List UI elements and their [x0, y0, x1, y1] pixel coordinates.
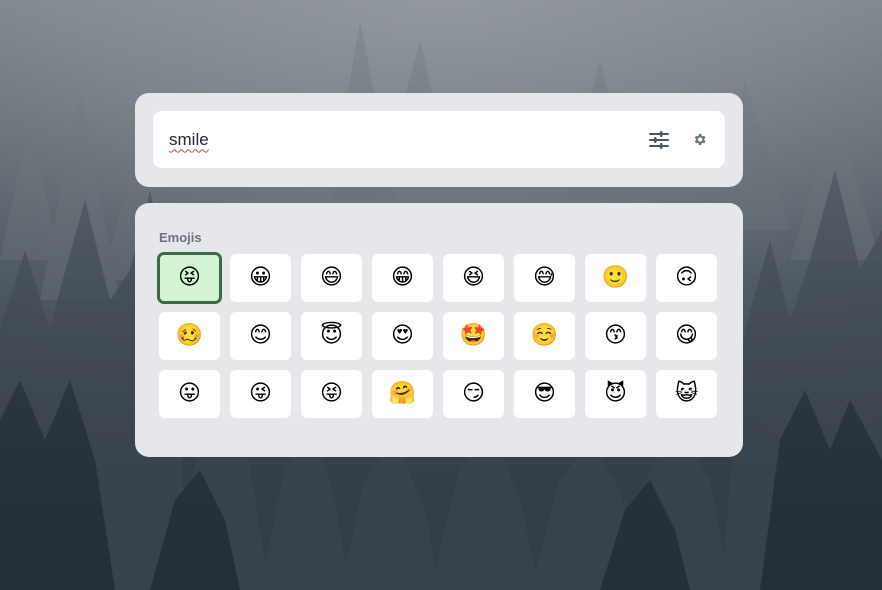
emoji-glyph: 🤩	[459, 323, 488, 348]
emoji-glyph: ☺️	[530, 323, 559, 348]
emoji-cell[interactable]: 😜	[230, 370, 291, 418]
sliders-icon[interactable]	[646, 127, 672, 153]
emoji-glyph: 😍	[391, 323, 414, 348]
emoji-cell[interactable]: 😇	[301, 312, 362, 360]
emoji-glyph: 😋	[675, 323, 698, 348]
search-input[interactable]: smile	[153, 111, 725, 168]
emoji-glyph: 🤗	[388, 381, 417, 406]
results-panel: Emojis 😝 😀 😄 😁 😆 😅 🙂 🙃 🥴 😊 😇 😍 🤩 ☺️ 😙 😋 😛 😜 😝 🤗 😏 😎 😈 😺	[135, 203, 743, 457]
section-label-emojis: Emojis	[159, 230, 202, 245]
gear-icon[interactable]	[686, 127, 712, 153]
emoji-glyph: 😛	[178, 381, 201, 406]
emoji-cell[interactable]: 😍	[372, 312, 433, 360]
emoji-glyph: 🥴	[175, 323, 204, 348]
emoji-glyph: 😅	[533, 265, 556, 290]
emoji-cell[interactable]: 😎	[514, 370, 575, 418]
emoji-glyph: 😺	[675, 381, 698, 406]
emoji-cell-selected[interactable]: 😝	[157, 252, 222, 304]
emoji-glyph: 😄	[320, 265, 343, 290]
emoji-cell[interactable]: 😝	[301, 370, 362, 418]
emoji-cell[interactable]: 😆	[443, 254, 504, 302]
emoji-glyph: 🙂	[601, 265, 630, 290]
emoji-glyph: 😈	[604, 381, 627, 406]
emoji-cell[interactable]: 😁	[372, 254, 433, 302]
search-query[interactable]: smile	[169, 130, 646, 150]
emoji-cell[interactable]: 🙃	[656, 254, 717, 302]
emoji-cell[interactable]: 😈	[585, 370, 646, 418]
emoji-glyph: 😁	[391, 265, 414, 290]
emoji-glyph: 😎	[533, 381, 556, 406]
emoji-cell[interactable]: 🤗	[372, 370, 433, 418]
emoji-cell[interactable]: 😙	[585, 312, 646, 360]
emoji-cell[interactable]: 🤩	[443, 312, 504, 360]
emoji-cell[interactable]: 😀	[230, 254, 291, 302]
emoji-cell[interactable]: 😏	[443, 370, 504, 418]
emoji-cell[interactable]: ☺️	[514, 312, 575, 360]
emoji-glyph: 😝	[320, 381, 343, 406]
emoji-glyph: 🙃	[675, 265, 698, 290]
emoji-cell[interactable]: 😅	[514, 254, 575, 302]
emoji-cell[interactable]: 😋	[656, 312, 717, 360]
emoji-cell[interactable]: 😛	[159, 370, 220, 418]
emoji-cell[interactable]: 🥴	[159, 312, 220, 360]
emoji-glyph: 😏	[462, 381, 485, 406]
emoji-glyph: 😊	[249, 323, 272, 348]
emoji-glyph: 😝	[178, 265, 201, 290]
emoji-glyph: 😆	[462, 265, 485, 290]
emoji-glyph: 😙	[604, 323, 627, 348]
emoji-cell[interactable]: 😺	[656, 370, 717, 418]
emoji-cell[interactable]: 😄	[301, 254, 362, 302]
emoji-cell[interactable]: 😊	[230, 312, 291, 360]
emoji-glyph: 😜	[249, 381, 272, 406]
emoji-glyph: 😀	[249, 265, 272, 290]
emoji-cell[interactable]: 🙂	[585, 254, 646, 302]
search-panel: smile	[135, 93, 743, 187]
emoji-glyph: 😇	[320, 323, 343, 348]
emoji-grid: 😝 😀 😄 😁 😆 😅 🙂 🙃 🥴 😊 😇 😍 🤩 ☺️ 😙 😋 😛 😜 😝 🤗 😏 😎 😈 😺	[157, 252, 719, 418]
